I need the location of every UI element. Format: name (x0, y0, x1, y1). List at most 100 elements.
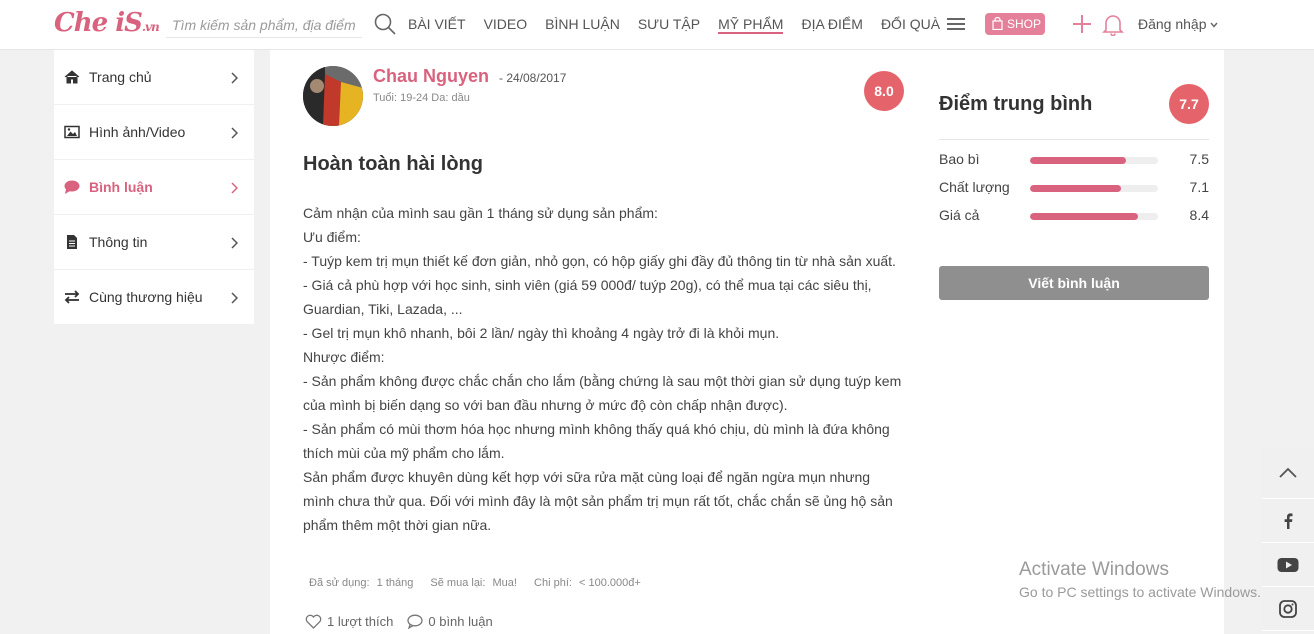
rating-label: Bao bì (939, 151, 980, 167)
like-count: 1 lượt thích (327, 614, 394, 629)
watermark-subtitle: Go to PC settings to activate Windows. (1019, 584, 1261, 600)
sidebar-item-label: Trang chủ (89, 69, 152, 85)
home-icon (64, 70, 80, 84)
sidebar-item-label: Thông tin (89, 234, 148, 250)
instagram-button[interactable] (1262, 587, 1314, 631)
swap-icon (64, 290, 80, 304)
review-paragraph: - Giá cả phù hợp với học sinh, sinh viên… (303, 277, 872, 317)
review-paragraph: - Tuýp kem trị mụn thiết kế đơn giản, nh… (303, 253, 896, 269)
search-icon[interactable] (373, 12, 397, 36)
rebuy-label: Sẽ mua lại: (430, 577, 486, 589)
comment-bubble-icon (407, 614, 424, 629)
rating-bar-track (1030, 213, 1158, 220)
nav-suu-tap[interactable]: SƯU TẬP (638, 0, 700, 50)
nav-bai-viet[interactable]: BÀI VIẾT (408, 0, 466, 50)
nav-doi-qua[interactable]: ĐỔI QUÀ (881, 0, 940, 50)
rating-bar-track (1030, 185, 1158, 192)
sidebar-item-info[interactable]: Thông tin (54, 215, 254, 270)
rating-label: Giá cả (939, 207, 980, 223)
shop-button[interactable]: SHOP (985, 13, 1045, 35)
comment-icon (64, 180, 80, 194)
chevron-up-icon (1279, 467, 1297, 478)
nav-my-pham[interactable]: MỸ PHẨM (718, 0, 784, 34)
rating-row-price: Giá cả 8.4 (939, 207, 1209, 227)
login-menu[interactable]: Đăng nhập (1138, 16, 1219, 32)
sidebar-item-label: Bình luận (89, 179, 153, 195)
instagram-icon (1279, 599, 1297, 618)
rebuy-value: Mua! (492, 577, 517, 589)
write-review-button[interactable]: Viết bình luận (939, 266, 1209, 300)
main-nav: BÀI VIẾT VIDEO BÌNH LUẬN SƯU TẬP MỸ PHẨM… (408, 0, 958, 50)
average-score-badge: 7.7 (1169, 84, 1209, 124)
rating-value: 7.1 (1189, 179, 1209, 195)
review-date: - 24/08/2017 (499, 71, 567, 85)
youtube-icon (1277, 557, 1299, 572)
plus-icon[interactable] (1071, 13, 1093, 35)
like-button[interactable]: 1 lượt thích (305, 614, 393, 629)
nav-my-pham-label: MỸ PHẨM (718, 16, 784, 32)
rating-row-quality: Chất lượng 7.1 (939, 179, 1209, 199)
average-score-title: Điểm trung bình (939, 93, 1093, 115)
rating-value: 7.5 (1189, 151, 1209, 167)
cost-label: Chi phí: (534, 577, 572, 589)
comment-button[interactable]: 0 bình luận (407, 614, 493, 629)
login-label: Đăng nhập (1138, 16, 1207, 32)
facebook-icon (1284, 512, 1293, 529)
nav-video[interactable]: VIDEO (484, 0, 528, 50)
sidebar: Trang chủ Hình ảnh/Video Bình luận Thông… (54, 50, 254, 325)
rating-bar-fill (1030, 213, 1138, 220)
used-value: 1 tháng (376, 577, 414, 589)
rating-summary-panel: Điểm trung bình 7.7 Bao bì 7.5 Chất lượn… (925, 50, 1224, 634)
sidebar-item-same-brand[interactable]: Cùng thương hiệu (54, 270, 254, 325)
bell-icon[interactable] (1102, 12, 1124, 36)
shopping-bag-icon (992, 17, 1003, 30)
sidebar-item-home[interactable]: Trang chủ (54, 50, 254, 105)
image-icon (64, 125, 80, 139)
comment-count: 0 bình luận (428, 614, 493, 629)
facebook-button[interactable] (1262, 499, 1314, 543)
floating-social-bar (1262, 447, 1314, 631)
menu-icon[interactable] (947, 16, 965, 32)
review-paragraph: Ưu điểm: (303, 229, 361, 245)
sidebar-item-label: Hình ảnh/Video (89, 124, 186, 140)
review-paragraph: Nhược điểm: (303, 349, 385, 365)
sidebar-item-reviews[interactable]: Bình luận (54, 160, 254, 215)
review-author[interactable]: Chau Nguyen (373, 66, 489, 87)
watermark-title: Activate Windows (1019, 559, 1169, 580)
review-paragraph: - Sản phẩm không được chắc chắn cho lắm … (303, 373, 902, 413)
logo-suffix: .vn (141, 20, 160, 34)
shop-label: SHOP (1007, 17, 1042, 31)
sidebar-item-label: Cùng thương hiệu (89, 289, 203, 305)
site-logo[interactable]: Che iS.vn (54, 8, 160, 38)
cost-value: < 100.000đ+ (579, 577, 641, 589)
author-meta: Tuổi: 19-24 Da: dầu (373, 92, 470, 104)
chevron-right-icon (231, 127, 238, 139)
search-input[interactable] (166, 12, 362, 38)
review-title: Hoàn toàn hài lòng (303, 153, 483, 175)
used-label: Đã sử dụng: (309, 577, 370, 589)
nav-binh-luan[interactable]: BÌNH LUẬN (545, 0, 620, 50)
logo-main: Che iS (54, 8, 143, 38)
review-body: Cảm nhận của mình sau gần 1 tháng sử dụn… (303, 201, 903, 537)
review-actions: 1 lượt thích 0 bình luận (305, 614, 507, 629)
rating-bar-fill (1030, 185, 1121, 192)
chevron-right-icon (231, 72, 238, 84)
review-paragraph: - Gel trị mụn khô nhanh, bôi 2 lần/ ngày… (303, 325, 780, 341)
divider (939, 139, 1209, 140)
activation-watermark: Activate Windows Go to PC settings to ac… (1019, 559, 1261, 600)
rating-label: Chất lượng (939, 179, 1010, 195)
review-paragraph: Sản phẩm được khuyên dùng kết hợp với sữ… (303, 469, 893, 533)
rating-value: 8.4 (1189, 207, 1209, 223)
chevron-down-icon (1209, 22, 1218, 28)
review-paragraph: - Sản phẩm có mùi thơm hóa học nhưng mìn… (303, 421, 890, 461)
youtube-button[interactable] (1262, 543, 1314, 587)
scroll-top-button[interactable] (1262, 447, 1314, 499)
avatar-image (303, 66, 363, 126)
avatar[interactable] (303, 66, 363, 126)
heart-icon (305, 614, 322, 629)
chevron-right-icon (231, 182, 238, 194)
nav-dia-diem[interactable]: ĐỊA ĐIỂM (801, 0, 862, 50)
sidebar-item-media[interactable]: Hình ảnh/Video (54, 105, 254, 160)
chevron-right-icon (231, 237, 238, 249)
top-header: Che iS.vn BÀI VIẾT VIDEO BÌNH LUẬN SƯU T… (0, 0, 1314, 50)
